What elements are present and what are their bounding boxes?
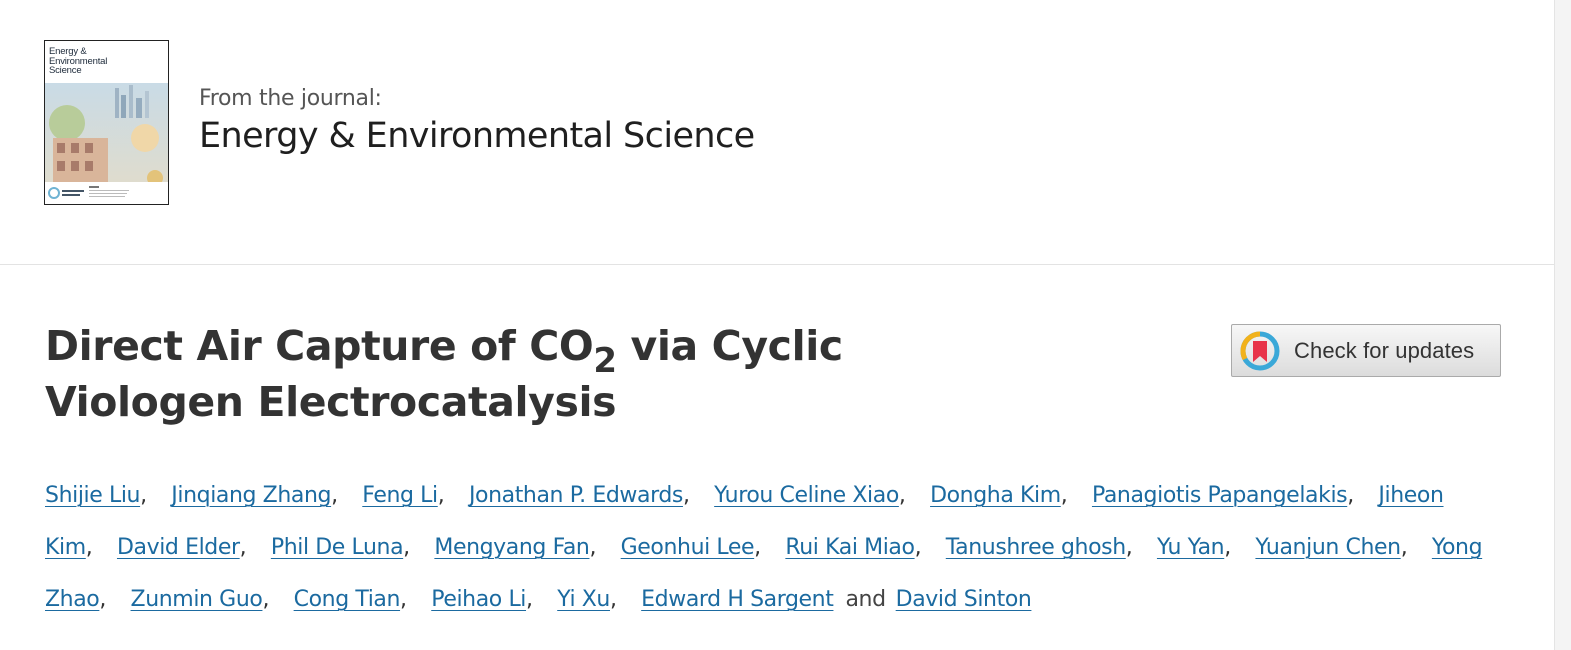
crossmark-icon: [1240, 331, 1280, 370]
author-link[interactable]: Yu Yan: [1157, 535, 1225, 560]
journal-name[interactable]: Energy & Environmental Science: [199, 116, 755, 156]
author-link[interactable]: Jonathan P. Edwards: [469, 483, 683, 508]
author-separator: ,: [403, 535, 410, 560]
author-separator: ,: [1400, 535, 1408, 560]
author-separator: ,: [437, 483, 445, 508]
author-separator: ,: [1347, 483, 1354, 508]
author-separator: ,: [1060, 483, 1068, 508]
author-separator: ,: [1224, 535, 1231, 560]
check-for-updates-button[interactable]: Check for updates: [1231, 324, 1501, 377]
title-part-1: Direct Air Capture of CO: [45, 322, 594, 370]
author-separator: ,: [589, 535, 597, 560]
author-separator: ,: [754, 535, 761, 560]
author-separator: ,: [609, 587, 617, 612]
author-separator: ,: [682, 483, 690, 508]
cover-footer: [45, 182, 168, 204]
author-link[interactable]: Peihao Li: [431, 587, 526, 612]
author-separator: ,: [526, 587, 533, 612]
author-separator: ,: [262, 587, 270, 612]
author-separator: ,: [99, 587, 106, 612]
author-separator: ,: [914, 535, 922, 560]
author-link[interactable]: Edward H Sargent: [641, 587, 834, 612]
author-separator: ,: [140, 483, 147, 508]
author-link[interactable]: Mengyang Fan: [434, 535, 589, 560]
author-separator: ,: [85, 535, 93, 560]
article-title: Direct Air Capture of CO2 via Cyclic Vio…: [45, 318, 1055, 430]
author-link[interactable]: Geonhui Lee: [621, 535, 755, 560]
author-link[interactable]: David Elder: [117, 535, 240, 560]
scrollbar[interactable]: [1554, 0, 1571, 650]
journal-header: Energy & Environmental Science From the …: [0, 0, 1554, 265]
author-separator: ,: [239, 535, 247, 560]
author-link[interactable]: Yi Xu: [557, 587, 610, 612]
author-link[interactable]: Shijie Liu: [45, 483, 140, 508]
article-page: Energy & Environmental Science From the …: [0, 0, 1571, 650]
author-link[interactable]: Zunmin Guo: [131, 587, 263, 612]
author-link[interactable]: Tanushree ghosh: [946, 535, 1126, 560]
author-conjunction: and: [845, 587, 886, 612]
author-link[interactable]: Cong Tian: [294, 587, 401, 612]
journal-cover-image[interactable]: Energy & Environmental Science: [44, 40, 169, 205]
author-separator: ,: [400, 587, 407, 612]
cover-title: Energy & Environmental Science: [49, 47, 129, 76]
author-link[interactable]: Feng Li: [362, 483, 438, 508]
author-link[interactable]: Dongha Kim: [930, 483, 1061, 508]
author-separator: ,: [1125, 535, 1133, 560]
from-journal-label: From the journal:: [199, 86, 382, 111]
author-link[interactable]: Yurou Celine Xiao: [714, 483, 899, 508]
author-list: Shijie Liu, Jinqiang Zhang, Feng Li, Jon…: [45, 470, 1515, 626]
author-link[interactable]: Phil De Luna: [271, 535, 404, 560]
author-link[interactable]: Yuanjun Chen: [1255, 535, 1401, 560]
check-for-updates-label: Check for updates: [1294, 337, 1475, 363]
author-link[interactable]: Jinqiang Zhang: [171, 483, 331, 508]
cover-title-line: Science: [49, 65, 82, 76]
author-link[interactable]: Panagiotis Papangelakis: [1092, 483, 1348, 508]
author-separator: ,: [331, 483, 338, 508]
title-subscript: 2: [593, 341, 617, 381]
author-link[interactable]: David Sinton: [896, 587, 1032, 612]
author-link[interactable]: Rui Kai Miao: [785, 535, 915, 560]
author-separator: ,: [898, 483, 906, 508]
